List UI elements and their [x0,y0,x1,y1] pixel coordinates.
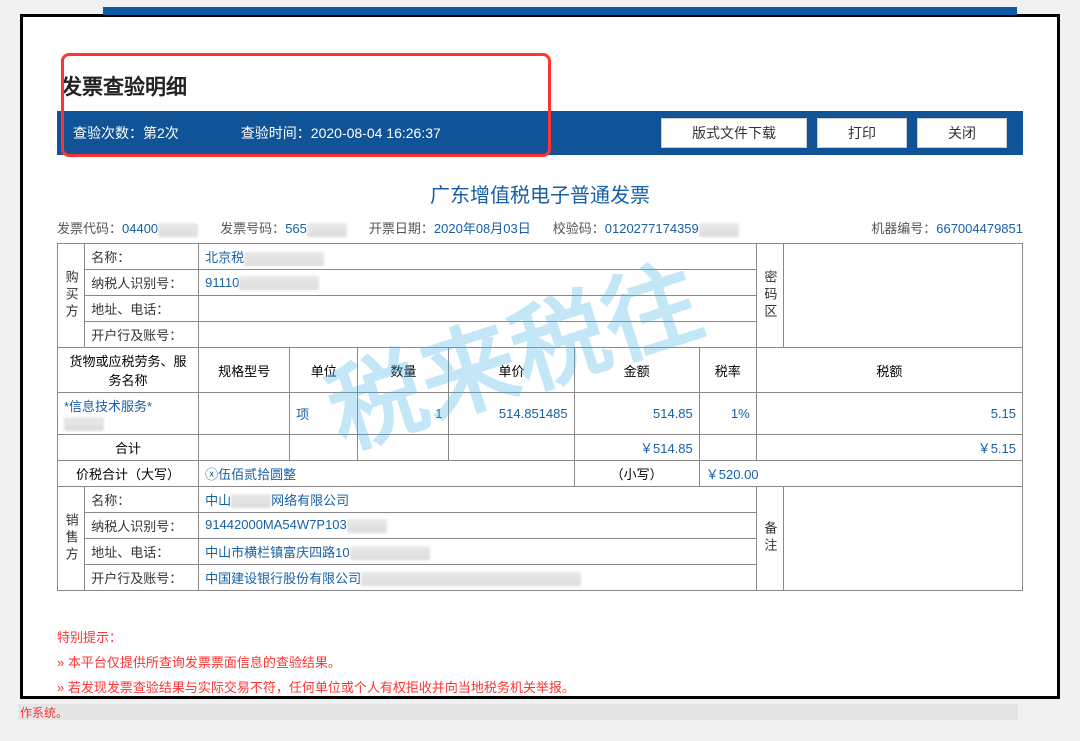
col-qty: 数量 [358,348,449,393]
invoice-num-value: 565 [285,221,307,236]
cropped-text-fragment: 作系统。 [20,704,110,721]
invoice-code-label: 发票代码： [57,221,122,236]
invoice-table: 购买方 名称： 北京税 密码区 纳税人识别号： 91110 地址、电话： 开户行… [57,243,1023,591]
machine-label: 机器编号： [871,221,936,236]
total-daxie-label: 价税合计（大写） [58,460,199,486]
check-code-value: 0120277174359 [605,221,699,236]
subtotal-amount: ￥514.85 [574,434,699,460]
seller-bank-label: 开户行及账号： [85,564,199,590]
col-tax: 税额 [756,348,1022,393]
item-taxrate: 1% [699,393,756,435]
buyer-addr-label: 地址、电话： [85,296,199,322]
total-daxie-value: ⓧ伍佰贰拾圆整 [199,460,575,486]
seller-taxid-label: 纳税人识别号： [85,512,199,538]
seller-head: 销售方 [58,486,85,590]
total-xiaoxie-value: ￥520.00 [699,460,1022,486]
check-code-label: 校验码： [553,221,605,236]
col-price: 单价 [449,348,574,393]
seller-name-suffix: 网络有限公司 [271,493,349,508]
invoice-code-value: 04400 [122,221,158,236]
machine-value: 667004479851 [936,221,1023,236]
check-time-label: 查验时间： [241,125,311,141]
buyer-bank-label: 开户行及账号： [85,322,199,348]
invoice-type-title: 广东增值税电子普通发票 [57,179,1023,208]
check-count: 查验次数：第2次 [73,123,179,143]
modal-window: 发票查验明细 查验次数：第2次 查验时间：2020-08-04 16:26:37… [20,14,1060,699]
subtotal-label: 合计 [58,434,199,460]
buyer-name-value: 北京税 [205,250,244,265]
col-unit: 单位 [290,348,358,393]
tips-section: 特别提示： » 本平台仅提供所查询发票票面信息的查验结果。 » 若发现发票查验结… [57,627,1023,696]
item-price: 514.851485 [449,393,574,435]
invoice-date-value: 2020年08月03日 [434,221,531,236]
invoice-meta-row: 发票代码：04400 发票号码：565 开票日期：2020年08月03日 校验码… [57,218,1023,237]
seller-taxid-value: 91442000MA54W7P103 [205,517,347,532]
buyer-taxid-value: 91110 [205,275,239,290]
col-taxrate: 税率 [699,348,756,393]
check-count-value: 第2次 [143,125,179,141]
close-button[interactable]: 关闭 [917,118,1007,148]
buyer-head: 购买方 [58,244,85,348]
col-amount: 金额 [574,348,699,393]
buyer-taxid-label: 纳税人识别号： [85,270,199,296]
col-name: 货物或应税劳务、服务名称 [58,348,199,393]
invoice-date-label: 开票日期： [369,221,434,236]
info-bar: 查验次数：第2次 查验时间：2020-08-04 16:26:37 版式文件下载… [57,111,1023,155]
header-decoration [103,7,1017,15]
item-tax: 5.15 [756,393,1022,435]
subtotal-tax: ￥5.15 [756,434,1022,460]
col-spec: 规格型号 [199,348,290,393]
item-unit: 项 [290,393,358,435]
buyer-name-label: 名称： [85,244,199,270]
seller-addr-value: 中山市横栏镇富庆四路10 [205,545,349,560]
tips-line-1: » 本平台仅提供所查询发票票面信息的查验结果。 [57,652,1023,671]
tips-line-2: » 若发现发票查验结果与实际交易不符，任何单位或个人有权拒收并向当地税务机关举报… [57,677,1023,696]
modal-title: 发票查验明细 [61,71,1023,101]
check-count-label: 查验次数： [73,125,143,141]
item-qty: 1 [358,393,449,435]
print-button[interactable]: 打印 [817,118,907,148]
invoice-num-label: 发票号码： [220,221,285,236]
item-name: *信息技术服务* [64,399,152,414]
password-zone-head: 密码区 [756,244,783,348]
seller-addr-label: 地址、电话： [85,538,199,564]
seller-name-value: 中山 [205,493,231,508]
tips-title: 特别提示： [57,627,1023,646]
check-time-value: 2020-08-04 16:26:37 [311,125,441,141]
check-time: 查验时间：2020-08-04 16:26:37 [241,123,441,143]
seller-name-label: 名称： [85,486,199,512]
download-button[interactable]: 版式文件下载 [661,118,807,148]
total-xiaoxie-label: （小写） [574,460,699,486]
seller-bank-value: 中国建设银行股份有限公司 [205,571,361,586]
item-amount: 514.85 [574,393,699,435]
remark-head: 备注 [756,486,783,590]
